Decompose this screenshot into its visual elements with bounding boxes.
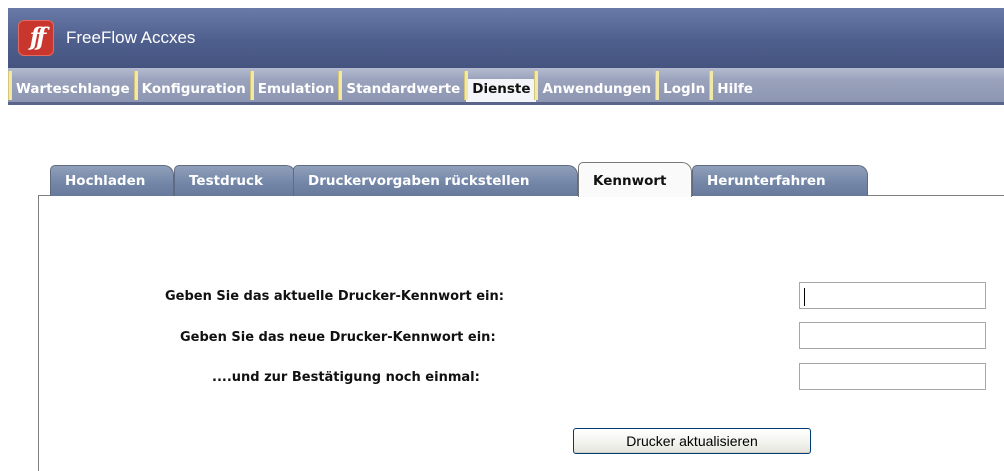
nav-item-hilfe[interactable]: Hilfe	[709, 71, 759, 102]
nav-item-konfiguration[interactable]: Konfiguration	[133, 71, 252, 102]
nav-item-dienste[interactable]: Dienste	[464, 71, 537, 102]
freeflow-logo-icon: ff	[18, 20, 54, 56]
confirm-password-input[interactable]	[799, 363, 986, 390]
nav-item-emulation[interactable]: Emulation	[249, 71, 341, 102]
tab-testdruck[interactable]: Testdruck	[174, 165, 296, 196]
nav-item-login[interactable]: LogIn	[655, 71, 711, 102]
app-title: FreeFlow Accxes	[66, 28, 196, 47]
app-title-bar: ff FreeFlow Accxes	[8, 8, 1004, 68]
tab-hochladen[interactable]: Hochladen	[50, 165, 174, 196]
current-password-input[interactable]	[799, 282, 986, 309]
service-tabs: Hochladen Testdruck Druckervorgaben rück…	[38, 162, 1004, 197]
nav-item-anwendungen[interactable]: Anwendungen	[534, 71, 657, 102]
update-printer-button[interactable]: Drucker aktualisieren	[573, 428, 811, 454]
nav-item-standardwerte[interactable]: Standardwerte	[338, 71, 466, 102]
confirm-password-label: ....und zur Bestätigung noch einmal:	[212, 370, 480, 385]
tab-kennwort[interactable]: Kennwort	[578, 162, 692, 197]
tab-herunterfahren[interactable]: Herunterfahren	[692, 165, 868, 196]
tab-druckervorgaben-rueckstellen[interactable]: Druckervorgaben rückstellen	[293, 165, 578, 196]
text-caret	[804, 288, 805, 306]
new-password-label: Geben Sie das neue Drucker-Kennwort ein:	[180, 330, 496, 345]
main-nav: Warteschlange Konfiguration Emulation St…	[8, 68, 1004, 105]
current-password-label: Geben Sie das aktuelle Drucker-Kennwort …	[165, 289, 504, 304]
new-password-input[interactable]	[799, 322, 986, 349]
nav-item-warteschlange[interactable]: Warteschlange	[8, 71, 136, 102]
